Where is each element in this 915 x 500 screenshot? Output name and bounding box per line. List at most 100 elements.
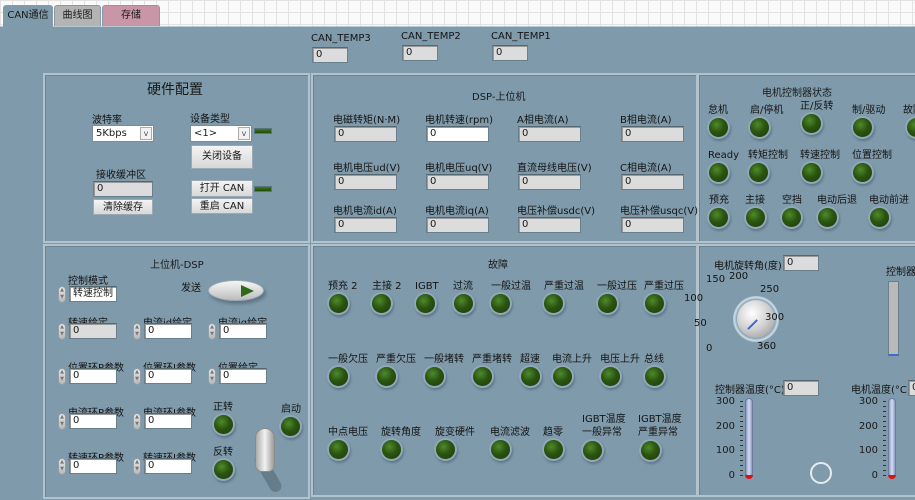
indicator-label: 超速 bbox=[520, 354, 540, 365]
stepper-arrows[interactable]: ▲ ▼ bbox=[133, 368, 141, 385]
can-temp-label: CAN_TEMP3 bbox=[311, 33, 371, 44]
fault-led bbox=[329, 440, 348, 459]
stepper-arrows[interactable]: ▲ ▼ bbox=[58, 413, 66, 430]
rx-buffer-label: 接收缓冲区 bbox=[96, 170, 146, 181]
thermo-tick bbox=[740, 410, 743, 412]
indicator-label: 启/停机 bbox=[750, 105, 784, 116]
baud-select[interactable]: 5Kbps v bbox=[92, 125, 154, 142]
send-label: 发送 bbox=[181, 283, 201, 294]
knob-scale-label: 50 bbox=[694, 318, 707, 329]
knob-scale-label: 200 bbox=[729, 271, 749, 282]
start-toggle-switch[interactable] bbox=[255, 428, 275, 472]
stepper-arrows[interactable]: ▲ ▼ bbox=[133, 458, 141, 475]
thermo-tick bbox=[883, 454, 886, 456]
close-device-button[interactable]: 关闭设备 bbox=[191, 145, 253, 169]
indicator-label: 一般过温 bbox=[491, 281, 531, 292]
play-arrow-icon bbox=[241, 285, 254, 297]
parameter-input[interactable]: 0 bbox=[69, 323, 117, 339]
indicator-label: 主接 bbox=[745, 195, 765, 206]
status-led bbox=[750, 118, 769, 137]
stepper-arrows[interactable]: ▲ ▼ bbox=[133, 323, 141, 340]
parameter-input[interactable]: 0 bbox=[69, 458, 117, 474]
stepper-arrows[interactable]: ▲ ▼ bbox=[133, 413, 141, 430]
indicator-label: Ready bbox=[708, 150, 740, 161]
indicator-label: 总线 bbox=[644, 354, 664, 365]
thermo-tick bbox=[883, 420, 886, 422]
controller-slider[interactable] bbox=[888, 281, 899, 356]
control-mode-value[interactable]: 转速控制 bbox=[69, 286, 117, 302]
indicator-label: 电动后退 bbox=[817, 195, 857, 206]
indicator-label: 一般欠压 bbox=[328, 354, 368, 365]
chevron-down-icon[interactable]: v bbox=[238, 127, 250, 140]
watermark bbox=[810, 462, 832, 484]
parameter-input[interactable]: 0 bbox=[144, 413, 192, 429]
thermo-tick bbox=[740, 425, 743, 427]
thermo-tick bbox=[883, 440, 886, 442]
indicator-label: 制/驱动 bbox=[852, 105, 886, 116]
parameter-input[interactable]: 0 bbox=[219, 323, 267, 339]
tab-can[interactable]: CAN通信 bbox=[3, 5, 53, 29]
restart-can-button[interactable]: 重启 CAN bbox=[191, 198, 253, 214]
indicator-label: 严重堵转 bbox=[472, 354, 512, 365]
stepper-arrows[interactable]: ▲ ▼ bbox=[58, 323, 66, 340]
parameter-input[interactable]: 0 bbox=[69, 368, 117, 384]
indicator-label: 位置控制 bbox=[852, 150, 892, 161]
parameter-input[interactable]: 0 bbox=[144, 323, 192, 339]
fault-led bbox=[645, 367, 664, 386]
thermo-tick bbox=[883, 410, 886, 412]
parameter-input[interactable]: 0 bbox=[144, 458, 192, 474]
field-label: 直流母线电压(V) bbox=[517, 163, 592, 174]
indicator-label: 趋零 bbox=[543, 427, 563, 438]
hardware-title: 硬件配置 bbox=[147, 82, 203, 98]
status-led bbox=[709, 118, 728, 137]
thermo-scale-label: 200 bbox=[715, 420, 735, 432]
status-led bbox=[870, 208, 889, 227]
field-label: 电机电流iq(A) bbox=[425, 206, 489, 217]
thermo-tick bbox=[740, 464, 743, 466]
send-button[interactable] bbox=[208, 280, 264, 301]
status-led bbox=[853, 118, 872, 137]
stepper-arrows[interactable]: ▲ ▼ bbox=[208, 323, 216, 340]
fault-led bbox=[544, 294, 563, 313]
control-mode-stepper[interactable]: ▲ ▼ bbox=[58, 286, 66, 303]
field-label: B相电流(A) bbox=[620, 115, 672, 126]
status-led bbox=[802, 114, 821, 133]
tab-store[interactable]: 存储 bbox=[102, 5, 160, 27]
indicator-label: 空挡 bbox=[782, 195, 802, 206]
thermo-scale-label: 100 bbox=[858, 445, 878, 456]
field-label: 电磁转矩(N·M) bbox=[333, 115, 401, 126]
status-led bbox=[853, 163, 872, 182]
indicator-label: 电流滤波 bbox=[490, 427, 530, 438]
fault-led bbox=[491, 294, 510, 313]
tab-curve[interactable]: 曲线图 bbox=[54, 5, 101, 27]
parameter-input[interactable]: 0 bbox=[144, 368, 192, 384]
stepper-arrows[interactable]: ▲ ▼ bbox=[208, 368, 216, 385]
knob-scale-label: 360 bbox=[757, 341, 777, 352]
temp-label: 控制器温度(°C) bbox=[715, 385, 785, 396]
can-temp-value: 0 bbox=[402, 45, 438, 61]
clear-buffer-button[interactable]: 清除缓存 bbox=[93, 199, 153, 215]
readout-field: 0 bbox=[621, 126, 684, 142]
field-label: 电机电流id(A) bbox=[333, 206, 397, 217]
can-temp-label: CAN_TEMP1 bbox=[491, 31, 551, 42]
thermo-tick bbox=[740, 474, 743, 476]
chevron-down-icon[interactable]: v bbox=[140, 127, 152, 140]
parameter-input[interactable]: 0 bbox=[69, 413, 117, 429]
readout-field: 0 bbox=[334, 174, 397, 190]
thermo-tick bbox=[883, 464, 886, 466]
indicator-label: 正转 bbox=[213, 402, 233, 413]
fault-led bbox=[583, 441, 602, 460]
knob-scale-label: 100 bbox=[684, 293, 704, 304]
device-type-select[interactable]: <1> v bbox=[190, 125, 252, 142]
indicator-label: 反转 bbox=[213, 447, 233, 458]
fault-led bbox=[641, 441, 660, 460]
fault-led bbox=[454, 294, 473, 313]
indicator-label: IGBT温度 严重异常 bbox=[638, 414, 682, 438]
field-label: 电机电压uq(V) bbox=[425, 163, 493, 174]
thermo-scale-label: 200 bbox=[858, 420, 878, 432]
stepper-arrows[interactable]: ▲ ▼ bbox=[58, 458, 66, 475]
stepper-arrows[interactable]: ▲ ▼ bbox=[58, 368, 66, 385]
open-can-button[interactable]: 打开 CAN bbox=[191, 180, 253, 197]
fault-title: 故障 bbox=[488, 260, 508, 271]
parameter-input[interactable]: 0 bbox=[219, 368, 267, 384]
